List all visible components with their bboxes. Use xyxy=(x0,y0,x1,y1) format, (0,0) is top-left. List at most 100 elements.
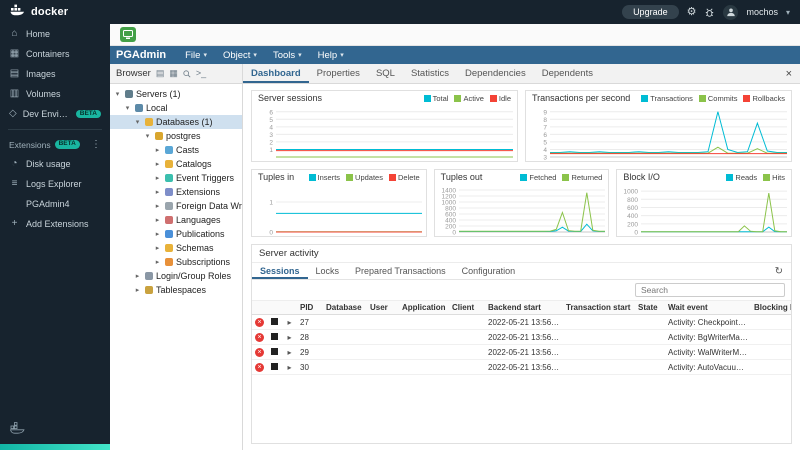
sidebar-item-images[interactable]: ▤ Images xyxy=(0,64,110,84)
tab-locks[interactable]: Locks xyxy=(308,263,348,279)
expand-row-icon[interactable]: ▸ xyxy=(287,363,291,372)
upgrade-button[interactable]: Upgrade xyxy=(622,5,679,19)
tree-item-foreign-data-wrappers[interactable]: ▸Foreign Data Wrappers xyxy=(110,199,242,213)
legend-item: Total xyxy=(423,94,448,103)
tree-item-local[interactable]: ▾ Local xyxy=(110,101,242,115)
chevron-down-icon: ▾ xyxy=(340,52,344,59)
column-state[interactable]: State xyxy=(635,300,665,315)
table-row[interactable]: × ▸ 29 2022-05-21 13:56:43 ... Activity:… xyxy=(252,344,791,360)
tree-item-publications[interactable]: ▸ Publications xyxy=(110,227,242,241)
menu-help[interactable]: Help ▾ xyxy=(311,48,351,63)
sidebar-item-dev-environments[interactable]: ◇ Dev Environments BETA xyxy=(0,104,110,124)
svg-text:1: 1 xyxy=(269,147,273,154)
refresh-icon[interactable]: ↻ xyxy=(767,263,791,279)
terminate-session-icon[interactable]: × xyxy=(255,318,264,327)
tree-list-icon[interactable]: ▤ xyxy=(156,69,165,78)
cell-user xyxy=(367,329,399,345)
chevron-right-icon: ▸ xyxy=(155,245,160,252)
tab-dependents[interactable]: Dependents xyxy=(534,64,601,83)
tree-item-tablespaces[interactable]: ▸ Tablespaces xyxy=(110,283,242,297)
column-database[interactable]: Database xyxy=(323,300,367,315)
svg-text:7: 7 xyxy=(543,124,547,131)
sidebar-item-home[interactable]: ⌂ Home xyxy=(0,24,110,44)
chevron-right-icon: ▸ xyxy=(155,203,160,210)
sidebar-item-pgadmin4[interactable]: PGAdmin4 xyxy=(0,194,110,214)
expand-row-icon[interactable]: ▸ xyxy=(287,333,291,342)
docker-logo[interactable]: docker xyxy=(10,3,68,21)
kebab-menu-icon[interactable]: ⋮ xyxy=(91,139,101,150)
tree-item-schemas[interactable]: ▸ Schemas xyxy=(110,241,242,255)
cell-user xyxy=(367,314,399,330)
expand-row-icon[interactable]: ▸ xyxy=(287,348,291,357)
menu-object[interactable]: Object ▾ xyxy=(216,48,264,63)
grid-icon[interactable]: ▦ xyxy=(169,69,178,78)
whale-status-icon[interactable] xyxy=(9,421,27,438)
settings-gear-icon[interactable]: ⚙ xyxy=(687,6,697,18)
sidebar-item-volumes[interactable]: ▥ Volumes xyxy=(0,84,110,104)
table-row[interactable]: × ▸ 28 2022-05-21 13:56:43 ... Activity:… xyxy=(252,329,791,345)
tab-dependencies[interactable]: Dependencies xyxy=(457,64,534,83)
column-transaction-start[interactable]: Transaction start xyxy=(563,300,635,315)
search-input[interactable] xyxy=(635,283,785,297)
column-backend-start[interactable]: Backend start xyxy=(485,300,563,315)
tree-item-extensions[interactable]: ▸ Extensions xyxy=(110,185,242,199)
query-tool-icon[interactable]: >_ xyxy=(196,69,206,78)
tree-item-languages[interactable]: ▸ Languages xyxy=(110,213,242,227)
troubleshoot-bug-icon[interactable] xyxy=(704,7,715,18)
table-row[interactable]: × ▸ 27 2022-05-21 13:56:43 ... Activity:… xyxy=(252,314,791,330)
column-pid[interactable]: PID xyxy=(297,300,323,315)
menu-file[interactable]: File ▾ xyxy=(178,48,214,63)
cell-pid: 27 xyxy=(297,314,323,330)
tree-item-subscriptions[interactable]: ▸ Subscriptions xyxy=(110,255,242,269)
cell-state xyxy=(635,314,665,330)
sidebar-item-add-extensions[interactable]: + Add Extensions xyxy=(0,214,110,234)
tree-item-postgres[interactable]: ▾ postgres xyxy=(110,129,242,143)
sidebar-item-containers[interactable]: ▦ Containers xyxy=(0,44,110,64)
tree-item-login-group-roles[interactable]: ▸ Login/Group Roles xyxy=(110,269,242,283)
tab-configuration[interactable]: Configuration xyxy=(454,263,524,279)
table-row[interactable]: × ▸ 30 2022-05-21 13:56:43 ... Activity:… xyxy=(252,359,791,375)
tree-item-casts[interactable]: ▸ Casts xyxy=(110,143,242,157)
expand-row-icon[interactable]: ▸ xyxy=(287,318,291,327)
tab-dashboard[interactable]: Dashboard xyxy=(243,64,309,83)
tab-properties[interactable]: Properties xyxy=(309,64,368,83)
sidebar-item-disk-usage[interactable]: ◔ Disk usage xyxy=(0,154,110,174)
cell-client xyxy=(449,359,485,375)
sidebar-item-logs-explorer[interactable]: ≡ Logs Explorer xyxy=(0,174,110,194)
tab-statistics[interactable]: Statistics xyxy=(403,64,457,83)
column-user[interactable]: User xyxy=(367,300,399,315)
cancel-query-icon[interactable] xyxy=(271,332,278,340)
home-icon: ⌂ xyxy=(11,28,18,39)
docker-brand-text: docker xyxy=(31,6,69,18)
tab-sessions[interactable]: Sessions xyxy=(252,263,308,279)
column-application[interactable]: Application xyxy=(399,300,449,315)
terminate-session-icon[interactable]: × xyxy=(255,333,264,342)
terminate-session-icon[interactable]: × xyxy=(255,363,264,372)
cancel-query-icon[interactable] xyxy=(271,347,278,355)
menu-tools[interactable]: Tools ▾ xyxy=(266,48,309,63)
tablespaces-icon xyxy=(145,286,153,294)
tree-item-databases[interactable]: ▾ Databases (1) xyxy=(110,115,242,129)
tree-item-catalogs[interactable]: ▸ Catalogs xyxy=(110,157,242,171)
column-client[interactable]: Client xyxy=(449,300,485,315)
terminate-session-icon[interactable]: × xyxy=(255,348,264,357)
svg-text:0: 0 xyxy=(635,230,639,237)
chart-title: Tuples in xyxy=(258,172,295,182)
chevron-down-icon[interactable]: ▾ xyxy=(786,8,790,17)
server-activity-tabs: Sessions Locks Prepared Transactions Con… xyxy=(252,263,791,280)
pgadmin-toolrow: Browser ▤ ▦ >_ Dashboard Properties SQL … xyxy=(110,64,800,84)
tab-prepared-transactions[interactable]: Prepared Transactions xyxy=(347,263,454,279)
tree-item-servers[interactable]: ▾ Servers (1) xyxy=(110,87,242,101)
column-wait-event[interactable]: Wait event xyxy=(665,300,751,315)
user-avatar[interactable] xyxy=(723,4,739,20)
tab-sql[interactable]: SQL xyxy=(368,64,403,83)
cancel-query-icon[interactable] xyxy=(271,362,278,370)
tree-item-event-triggers[interactable]: ▸ Event Triggers xyxy=(110,171,242,185)
cancel-query-icon[interactable] xyxy=(271,317,278,325)
search-icon[interactable] xyxy=(183,69,191,78)
column-blocking-pids[interactable]: Blocking PIDs xyxy=(751,300,791,315)
svg-text:2: 2 xyxy=(269,139,273,146)
beta-badge: BETA xyxy=(54,140,80,149)
close-icon[interactable]: × xyxy=(778,64,800,83)
containers-icon: ▦ xyxy=(9,48,20,59)
